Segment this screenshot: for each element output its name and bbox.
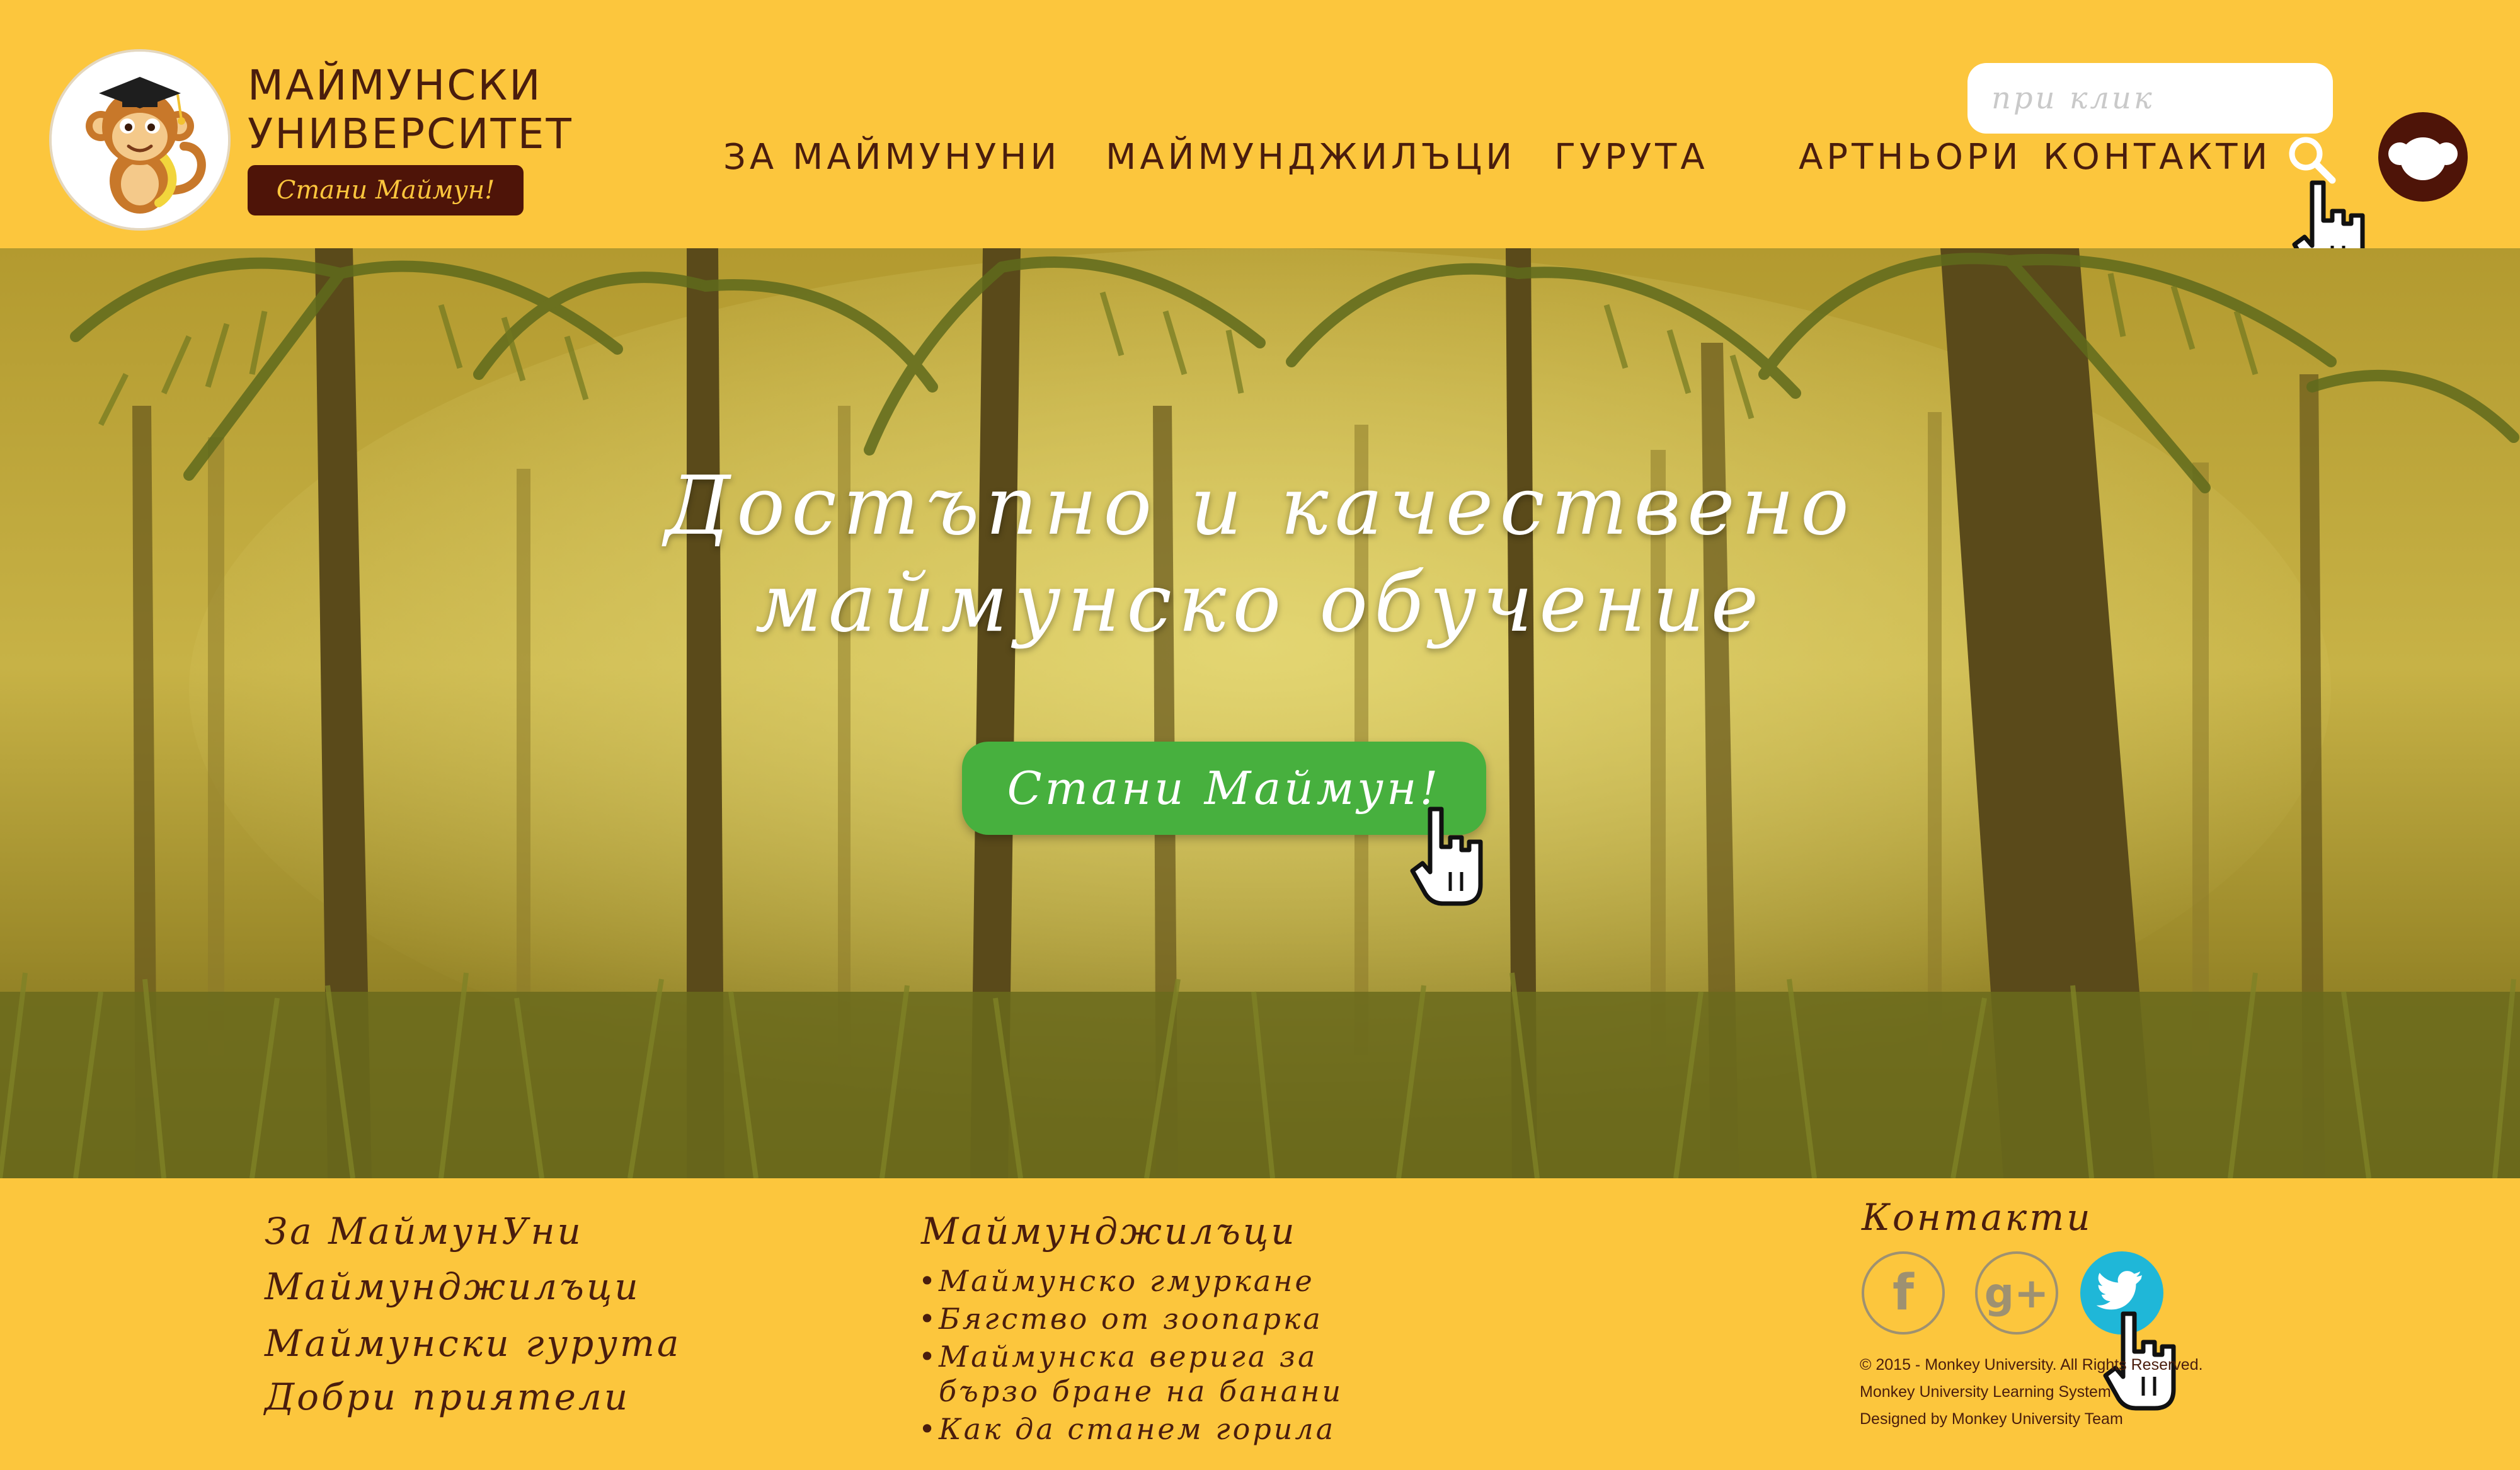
monkey-mascot-icon <box>52 52 228 228</box>
footer-prank-item[interactable]: •Маймунска верига за <box>919 1342 1317 1371</box>
monkey-face-icon <box>2388 137 2458 180</box>
footer-prank-label: Маймунско гмуркане <box>939 1264 1315 1298</box>
nav-item-contacts[interactable]: КОНТАКТИ <box>2043 140 2271 175</box>
footer-link-friends[interactable]: Добри приятели <box>265 1379 630 1415</box>
footer-prank-item[interactable]: •Бягство от зоопарка <box>919 1304 1323 1333</box>
footer-prank-label: Бягство от зоопарка <box>939 1302 1323 1336</box>
legal-line-designed-by: Designed by Monkey University Team <box>1860 1410 2123 1428</box>
nav-item-partners[interactable]: АРТНЬОРИ <box>1799 140 2022 175</box>
copyright-text: © 2015 - Monkey University. All Rights R… <box>1860 1356 2203 1374</box>
monkey-logo[interactable] <box>49 49 231 231</box>
google-plus-icon[interactable]: g+ <box>1975 1251 2058 1335</box>
footer-prank-label: бързо бране на банани <box>939 1374 1344 1408</box>
nav-item-pranks[interactable]: МАЙМУНДЖИЛЪЦИ <box>1106 140 1516 175</box>
jungle-background-image <box>0 248 2520 1178</box>
hand-cursor-icon <box>1410 807 1483 906</box>
bullet-dot-icon: • <box>919 1340 939 1374</box>
footer-link-gurus[interactable]: Маймунски гурута <box>265 1325 681 1362</box>
hero-title-line1: Достъпно и качествено <box>665 459 1855 553</box>
brand-name-line1: МАЙМУНСКИ <box>248 61 542 110</box>
user-account-button[interactable] <box>2378 112 2468 202</box>
hero-section: Достъпно и качествено маймунско обучение… <box>0 248 2520 1178</box>
hero-title-line2: маймунско обучение <box>755 556 1765 650</box>
bullet-dot-icon: • <box>919 1412 939 1446</box>
footer-prank-item[interactable]: •Маймунско гмуркане <box>919 1266 1315 1295</box>
footer-pranks-heading: Маймунджилъци <box>921 1210 1297 1253</box>
footer-prank-label: Маймунска верига за <box>939 1340 1318 1374</box>
footer-contacts-heading: Контакти <box>1862 1196 2093 1239</box>
bullet-dot-icon: • <box>919 1302 939 1336</box>
footer-link-about[interactable]: За МаймунУни <box>265 1213 583 1249</box>
legal-line-system: Monkey University Learning System <box>1860 1383 2111 1401</box>
search-box <box>1967 63 2333 134</box>
footer-prank-item[interactable]: •Как да станем горила <box>919 1415 1336 1444</box>
site-header: МАЙМУНСКИ УНИВЕРСИТЕТ Стани Маймун! ЗА М… <box>0 0 2520 280</box>
become-monkey-header-button[interactable]: Стани Маймун! <box>248 165 524 215</box>
nav-item-about[interactable]: ЗА МАЙМУНУНИ <box>723 140 1060 175</box>
brand-name-line2: УНИВЕРСИТЕТ <box>248 110 573 158</box>
facebook-icon[interactable]: f <box>1862 1251 1945 1335</box>
nav-item-gurus[interactable]: ГУРУТА <box>1554 140 1709 175</box>
bullet-dot-icon: • <box>919 1264 939 1298</box>
footer-prank-item-continued[interactable]: бързо бране на банани <box>919 1377 1343 1406</box>
footer-prank-label: Как да станем горила <box>939 1412 1336 1446</box>
footer-link-pranks[interactable]: Маймунджилъци <box>265 1268 641 1305</box>
search-input[interactable] <box>1967 63 2319 134</box>
